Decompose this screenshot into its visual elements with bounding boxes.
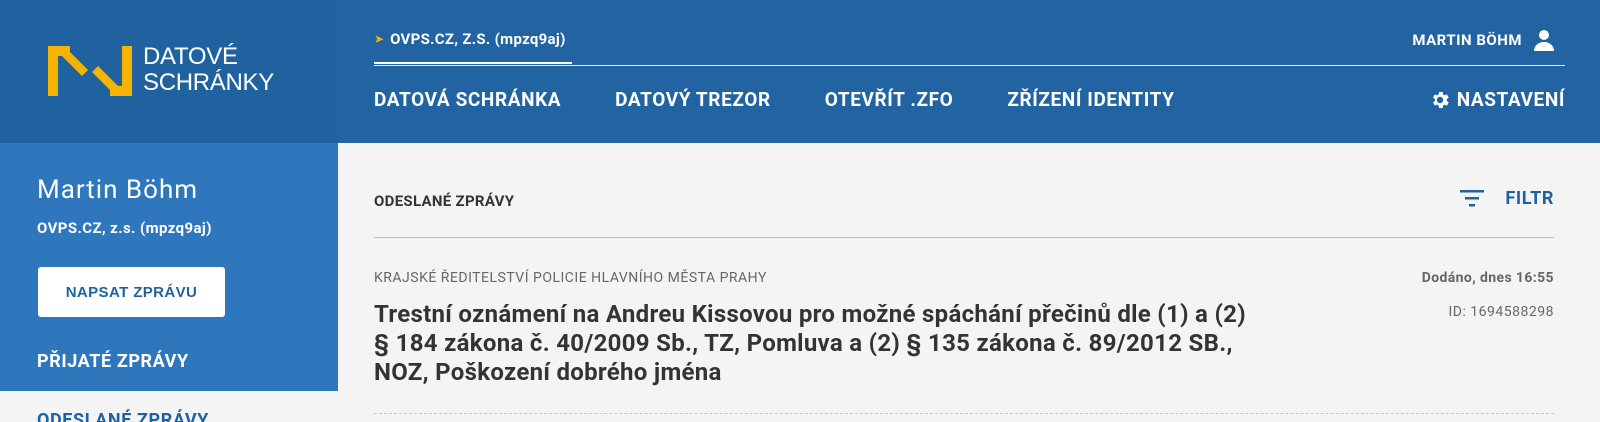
message-status: Dodáno, dnes 16:55 — [1421, 270, 1554, 286]
message-item[interactable]: KRAJSKÉ ŘEDITELSTVÍ POLICIE HLAVNÍHO MĚS… — [374, 238, 1554, 422]
sidebar-item-sent[interactable]: ODESLANÉ ZPRÁVY — [0, 391, 338, 422]
top-header: DATOVÉ SCHRÁNKY ➤ OVPS.CZ, Z.S. (mpzq9aj… — [0, 0, 1600, 143]
settings-button[interactable]: NASTAVENÍ — [1429, 86, 1565, 114]
settings-label: NASTAVENÍ — [1456, 88, 1565, 111]
compose-button[interactable]: NAPSAT ZPRÁVU — [38, 267, 225, 317]
section-title: ODESLANÉ ZPRÁVY — [374, 192, 515, 210]
message-divider — [374, 413, 1554, 414]
account-arrow-icon: ➤ — [374, 32, 385, 46]
gear-icon — [1432, 91, 1449, 109]
sidebar-item-sent-label: ODESLANÉ ZPRÁVY — [37, 410, 209, 422]
account-label: OVPS.CZ, Z.S. (mpzq9aj) — [390, 30, 566, 48]
nav-zrizeni-identity[interactable]: ZŘÍZENÍ IDENTITY — [1007, 86, 1174, 114]
logo-line-1: DATOVÉ — [143, 43, 238, 70]
message-sender: KRAJSKÉ ŘEDITELSTVÍ POLICIE HLAVNÍHO MĚS… — [374, 270, 767, 286]
sidebar-item-received[interactable]: PŘIJATÉ ZPRÁVY — [37, 351, 189, 372]
sidebar-user-name: Martin Böhm — [37, 175, 199, 205]
filter-label: FILTR — [1505, 187, 1554, 209]
logo-text: DATOVÉ SCHRÁNKY — [143, 44, 274, 96]
main-content: ODESLANÉ ZPRÁVY FILTR KRAJSKÉ ŘEDITELSTV… — [338, 143, 1600, 422]
user-menu[interactable]: MARTIN BÖHM — [1412, 28, 1556, 52]
person-icon — [1534, 30, 1554, 51]
nav-datova-schranka[interactable]: DATOVÁ SCHRÁNKA — [374, 86, 561, 114]
user-name: MARTIN BÖHM — [1412, 31, 1522, 49]
account-switch[interactable]: ➤ OVPS.CZ, Z.S. (mpzq9aj) — [374, 28, 572, 64]
datove-schranky-logo-icon — [48, 46, 132, 96]
sidebar-org: OVPS.CZ, z.s. (mpzq9aj) — [37, 219, 212, 237]
filter-icon — [1460, 190, 1485, 207]
message-subject: Trestní oznámení na Andreu Kissovou pro … — [374, 300, 1246, 386]
logo-line-2: SCHRÁNKY — [143, 69, 274, 96]
sidebar: Martin Böhm OVPS.CZ, z.s. (mpzq9aj) NAPS… — [0, 143, 338, 422]
main-nav: DATOVÁ SCHRÁNKA DATOVÝ TREZOR OTEVŘÍT .Z… — [374, 86, 1229, 114]
nav-datovy-trezor[interactable]: DATOVÝ TREZOR — [615, 86, 771, 114]
filter-button[interactable]: FILTR — [1459, 187, 1554, 209]
header-divider — [374, 65, 1565, 66]
nav-otevrit-zfo[interactable]: OTEVŘÍT .ZFO — [825, 86, 954, 114]
logo-area[interactable]: DATOVÉ SCHRÁNKY — [0, 0, 338, 143]
message-id: ID: 1694588298 — [1448, 304, 1554, 320]
